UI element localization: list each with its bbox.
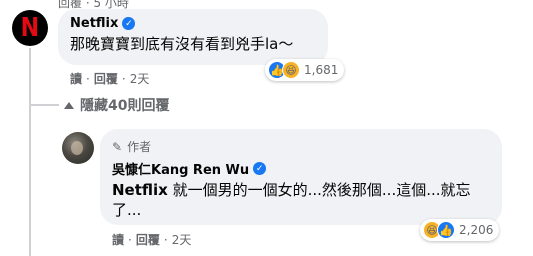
author-badge: ✎ 作者	[112, 138, 490, 155]
netflix-avatar[interactable]: N	[12, 10, 48, 46]
comment-text: Netflix 就一個男的一個女的...然後那個...這個...就忘 了...	[112, 180, 490, 220]
author-badge-label: 作者	[127, 140, 152, 154]
read-link[interactable]: 讀	[70, 70, 82, 87]
comment-bubble-author: ✎ 作者 吳慷仁Kang Ren Wu ✓ Netflix 就一個男的一個女的.…	[100, 129, 502, 225]
comment-actions: 讀 · 回覆 · 2天	[112, 231, 192, 248]
reply-link[interactable]: 回覆	[136, 231, 160, 248]
thread-line-branch	[29, 104, 59, 106]
comment-text-line2: 了...	[112, 201, 142, 219]
reply-link[interactable]: 回覆	[94, 70, 118, 87]
pencil-icon: ✎	[112, 139, 123, 154]
haha-icon: 😆	[282, 61, 300, 79]
read-link[interactable]: 讀	[112, 231, 124, 248]
caret-up-icon	[64, 101, 74, 109]
thread-line-main	[29, 48, 31, 256]
hidden-replies-toggle[interactable]: 隱藏40則回覆	[64, 95, 169, 115]
verified-badge-icon: ✓	[253, 162, 267, 175]
like-icon: 👍	[437, 221, 455, 239]
netflix-logo-icon: N	[20, 13, 40, 43]
comment-author-name[interactable]: Netflix	[70, 16, 118, 31]
kang-ren-wu-avatar[interactable]	[62, 132, 94, 164]
comment-actions: 讀 · 回覆 · 2天	[70, 70, 150, 87]
mention-link[interactable]: Netflix	[112, 181, 168, 199]
comment-timestamp[interactable]: 2天	[172, 231, 192, 248]
reaction-count: 2,206	[459, 223, 494, 237]
comment-author-name[interactable]: 吳慷仁Kang Ren Wu	[112, 159, 249, 178]
comment-timestamp[interactable]: 2天	[130, 70, 150, 87]
reaction-summary[interactable]: 😆 👍 2,206	[420, 219, 500, 241]
verified-badge-icon: ✓	[122, 17, 136, 30]
hidden-replies-label: 隱藏40則回覆	[80, 98, 170, 114]
reaction-count: 1,681	[304, 63, 339, 77]
comment-text-line1: 就一個男的一個女的...然後那個...這個...就忘	[167, 181, 471, 199]
avatar-photo	[71, 141, 83, 155]
comment-text: 那晚寶寶到底有沒有看到兇手la～	[70, 35, 294, 53]
comment-bubble-netflix: Netflix ✓ 那晚寶寶到底有沒有看到兇手la～	[58, 9, 328, 65]
reaction-summary[interactable]: 👍 😆 1,681	[265, 59, 345, 81]
